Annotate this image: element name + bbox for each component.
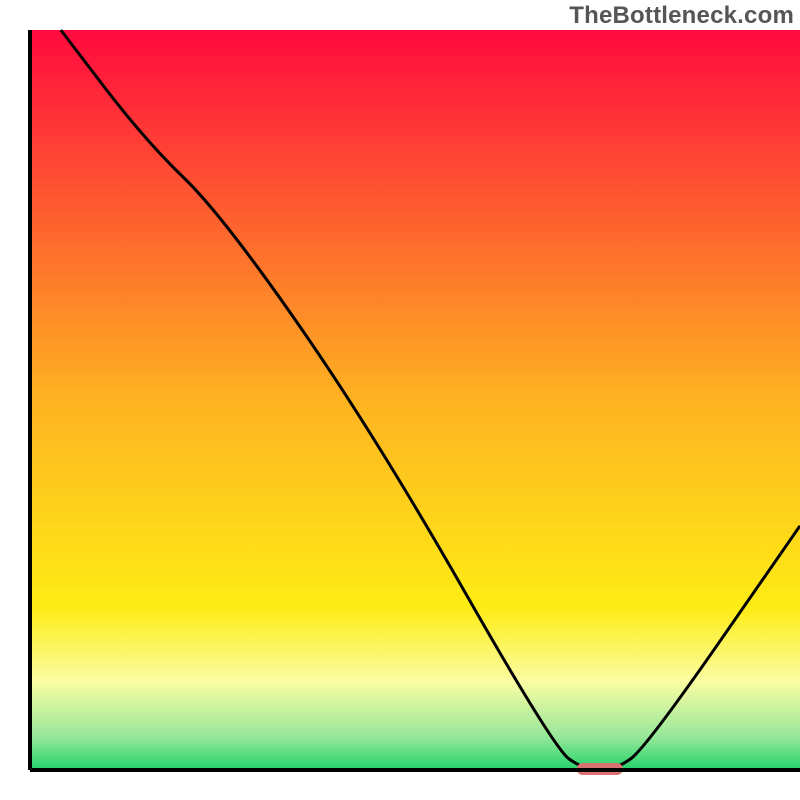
chart-canvas: { "watermark": "TheBottleneck.com", "cha… — [0, 0, 800, 800]
chart-svg — [0, 0, 800, 800]
plot-background — [30, 30, 800, 770]
watermark: TheBottleneck.com — [569, 2, 794, 30]
